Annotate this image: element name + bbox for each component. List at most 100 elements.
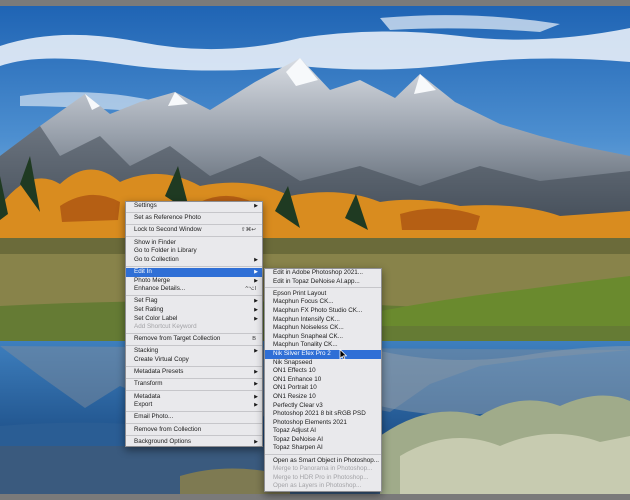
menu-item-label: Set Color Label: [134, 314, 178, 322]
menu-separator: [126, 390, 262, 392]
menu-item-export[interactable]: Export ▶: [126, 401, 262, 410]
menu-item-set-as-reference-photo[interactable]: Set as Reference Photo: [126, 214, 262, 223]
menu-item-label: Open as Layers in Photoshop...: [273, 482, 362, 490]
menu-item-label: Email Photo...: [134, 413, 174, 421]
submenu-item-on1-effects-10[interactable]: ON1 Effects 10: [265, 367, 381, 376]
submenu-item-on1-portrait-10[interactable]: ON1 Portrait 10: [265, 384, 381, 393]
submenu-item-macphun-fx-photo-studio-ck[interactable]: Macphun FX Photo Studio CK...: [265, 307, 381, 316]
menu-item-label: Add Shortcut Keyword: [134, 323, 197, 331]
submenu-item-photoshop-elements-2021[interactable]: Photoshop Elements 2021: [265, 419, 381, 428]
menu-item-show-in-finder[interactable]: Show in Finder: [126, 239, 262, 248]
menu-item-label: Photoshop Elements 2021: [273, 418, 347, 426]
edit-in-submenu: Edit in Adobe Photoshop 2021... Edit in T…: [264, 268, 382, 493]
submenu-item-topaz-sharpen-ai[interactable]: Topaz Sharpen AI: [265, 444, 381, 453]
menu-item-add-shortcut-keyword: Add Shortcut Keyword: [126, 323, 262, 332]
submenu-item-edit-in-topaz-denoise-ai-app[interactable]: Edit in Topaz DeNoise AI.app...: [265, 278, 381, 287]
submenu-arrow-icon: ▶: [254, 393, 258, 400]
menu-item-create-virtual-copy[interactable]: Create Virtual Copy: [126, 356, 262, 365]
menu-separator: [126, 332, 262, 334]
menu-item-label: Transform: [134, 380, 163, 388]
submenu-item-nik-snapseed[interactable]: Nik Snapseed: [265, 359, 381, 368]
menu-item-stacking[interactable]: Stacking ▶: [126, 347, 262, 356]
submenu-item-macphun-tonality-ck[interactable]: Macphun Tonality CK...: [265, 341, 381, 350]
menu-item-label: Metadata Presets: [134, 368, 184, 376]
shortcut-label: ⇧⌘↩: [241, 227, 256, 234]
menu-item-set-flag[interactable]: Set Flag ▶: [126, 297, 262, 306]
menu-item-label: Macphun Noiseless CK...: [273, 324, 344, 332]
submenu-item-merge-to-hdr-pro-in-photoshop: Merge to HDR Pro in Photoshop...: [265, 474, 381, 483]
menu-item-label: Show in Finder: [134, 238, 176, 246]
menu-item-settings[interactable]: Settings ▶: [126, 202, 262, 211]
menu-item-remove-from-collection[interactable]: Remove from Collection: [126, 426, 262, 435]
menu-item-enhance-details[interactable]: Enhance Details... ^⌥I: [126, 285, 262, 294]
menu-item-label: Go to Collection: [134, 255, 179, 263]
menu-item-label: Macphun Tonality CK...: [273, 341, 338, 349]
menu-item-label: Nik Silver Efex Pro 2: [273, 349, 331, 357]
menu-item-label: Epson Print Layout: [273, 289, 327, 297]
submenu-item-open-as-smart-object-in-photoshop[interactable]: Open as Smart Object in Photoshop...: [265, 457, 381, 466]
menu-item-label: Enhance Details...: [134, 285, 186, 293]
submenu-arrow-icon: ▶: [254, 348, 258, 355]
submenu-item-nik-silver-efex-pro-2[interactable]: Nik Silver Efex Pro 2: [265, 349, 381, 359]
submenu-arrow-icon: ▶: [254, 315, 258, 322]
menu-separator: [126, 211, 262, 213]
menu-item-metadata[interactable]: Metadata ▶: [126, 393, 262, 402]
menu-item-edit-in[interactable]: Edit In ▶: [126, 267, 262, 277]
menu-item-label: Stacking: [134, 347, 159, 355]
submenu-item-photoshop-2021-8-bit-srgb-psd[interactable]: Photoshop 2021 8 bit sRGB PSD: [265, 410, 381, 419]
menu-item-label: ON1 Effects 10: [273, 367, 316, 375]
menu-item-label: Perfectly Clear v3: [273, 401, 323, 409]
menu-item-photo-merge[interactable]: Photo Merge ▶: [126, 277, 262, 286]
submenu-arrow-icon: ▶: [254, 256, 258, 263]
submenu-item-perfectly-clear-v3[interactable]: Perfectly Clear v3: [265, 402, 381, 411]
submenu-arrow-icon: ▶: [254, 402, 258, 409]
menu-item-go-to-folder-in-library[interactable]: Go to Folder in Library: [126, 247, 262, 256]
menu-item-label: Nik Snapseed: [273, 358, 313, 366]
menu-item-label: Create Virtual Copy: [134, 356, 189, 364]
menu-separator: [126, 345, 262, 347]
submenu-item-merge-to-panorama-in-photoshop: Merge to Panorama in Photoshop...: [265, 465, 381, 474]
menu-item-label: ON1 Enhance 10: [273, 375, 322, 383]
menu-item-go-to-collection[interactable]: Go to Collection ▶: [126, 256, 262, 265]
menu-item-set-rating[interactable]: Set Rating ▶: [126, 306, 262, 315]
submenu-item-epson-print-layout[interactable]: Epson Print Layout: [265, 290, 381, 299]
submenu-item-macphun-intensify-ck[interactable]: Macphun Intensify CK...: [265, 316, 381, 325]
menu-separator: [126, 423, 262, 425]
menu-item-label: ON1 Portrait 10: [273, 384, 317, 392]
menu-item-email-photo[interactable]: Email Photo...: [126, 413, 262, 422]
menu-separator: [126, 224, 262, 226]
submenu-item-macphun-focus-ck[interactable]: Macphun Focus CK...: [265, 298, 381, 307]
menu-separator: [265, 287, 381, 289]
menu-item-label: Topaz Sharpen AI: [273, 444, 323, 452]
submenu-arrow-icon: ▶: [254, 268, 258, 275]
submenu-item-on1-resize-10[interactable]: ON1 Resize 10: [265, 393, 381, 402]
menu-separator: [126, 365, 262, 367]
submenu-arrow-icon: ▶: [254, 203, 258, 209]
menu-item-remove-from-target-collection[interactable]: Remove from Target Collection B: [126, 335, 262, 344]
submenu-item-on1-enhance-10[interactable]: ON1 Enhance 10: [265, 376, 381, 385]
menu-item-label: Macphun FX Photo Studio CK...: [273, 306, 363, 314]
menu-item-lock-to-second-window[interactable]: Lock to Second Window ⇧⌘↩: [126, 226, 262, 235]
menu-item-label: ON1 Resize 10: [273, 392, 316, 400]
submenu-item-macphun-noiseless-ck[interactable]: Macphun Noiseless CK...: [265, 324, 381, 333]
submenu-arrow-icon: ▶: [254, 438, 258, 445]
menu-item-label: Background Options: [134, 437, 192, 445]
menu-item-transform[interactable]: Transform ▶: [126, 380, 262, 389]
submenu-item-macphun-snapheal-ck[interactable]: Macphun Snapheal CK...: [265, 333, 381, 342]
menu-separator: [126, 295, 262, 297]
menu-separator: [126, 378, 262, 380]
menu-separator: [126, 411, 262, 413]
submenu-item-edit-in-adobe-photoshop-2021[interactable]: Edit in Adobe Photoshop 2021...: [265, 269, 381, 278]
menu-item-label: Edit in Topaz DeNoise AI.app...: [273, 277, 360, 285]
menu-item-metadata-presets[interactable]: Metadata Presets ▶: [126, 368, 262, 377]
menu-separator: [126, 236, 262, 238]
menu-item-label: Remove from Collection: [134, 425, 202, 433]
menu-item-label: Topaz Adjust AI: [273, 427, 317, 435]
menu-item-label: Photo Merge: [134, 276, 171, 284]
menu-item-set-color-label[interactable]: Set Color Label ▶: [126, 315, 262, 324]
submenu-item-topaz-denoise-ai[interactable]: Topaz DeNoise AI: [265, 436, 381, 445]
shortcut-label: B: [252, 336, 256, 343]
submenu-item-topaz-adjust-ai[interactable]: Topaz Adjust AI: [265, 427, 381, 436]
menu-item-label: Export: [134, 401, 153, 409]
menu-item-background-options[interactable]: Background Options ▶: [126, 438, 262, 447]
